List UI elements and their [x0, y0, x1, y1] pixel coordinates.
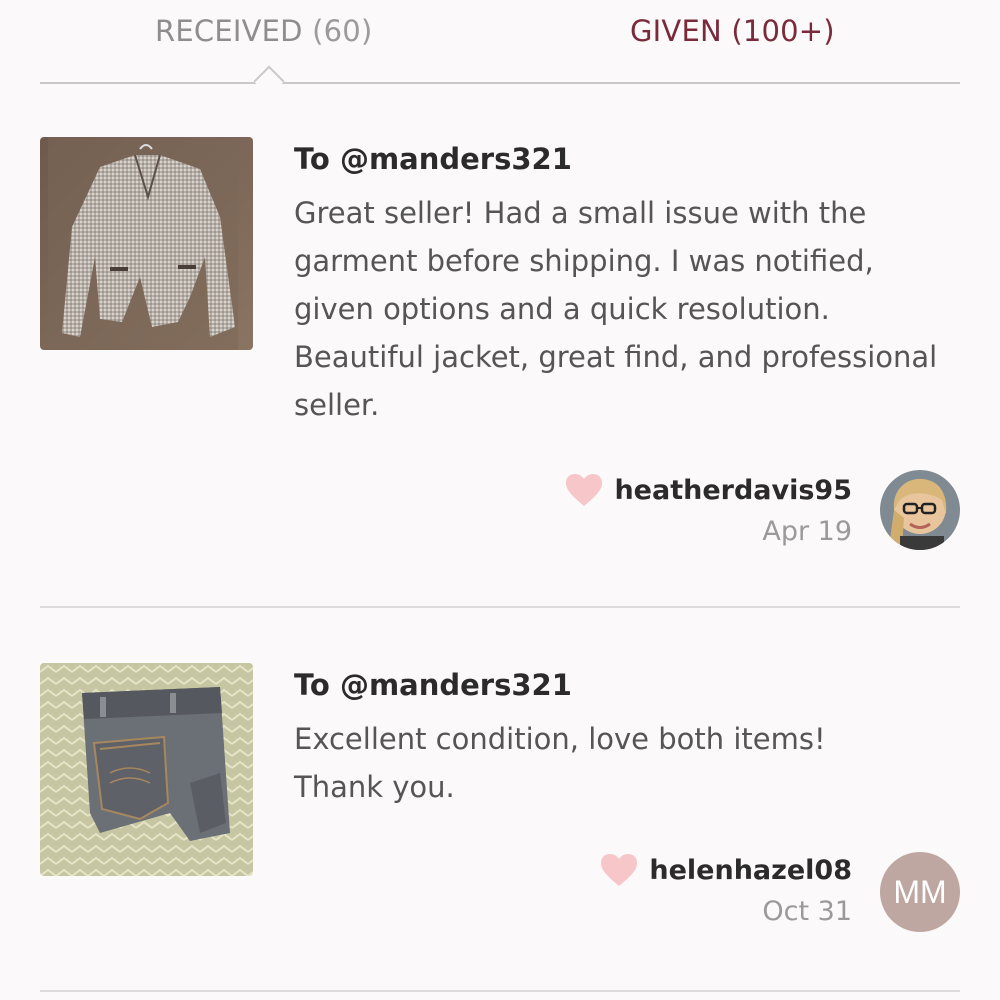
review-item: To @manders321 Great seller! Had a small… — [40, 84, 960, 608]
jacket-photo[interactable] — [40, 137, 253, 350]
user-photo — [880, 470, 960, 550]
feedback-tabs: RECEIVED (60) GIVEN (100+) — [40, 0, 960, 97]
review-meta: helenhazel08 Oct 31 — [599, 852, 852, 927]
review-text: Excellent condition, love both items! Th… — [294, 722, 826, 804]
heart-icon — [601, 854, 638, 886]
review-recipient: To @manders321 — [294, 668, 572, 702]
review-text: Great seller! Had a small issue with the… — [294, 196, 938, 422]
tab-given-count: (100+) — [731, 14, 835, 48]
reviewer-username[interactable]: heatherdavis95 — [614, 475, 852, 506]
review-recipient: To @manders321 — [294, 142, 572, 176]
tab-received[interactable]: RECEIVED (60) — [155, 14, 372, 48]
reviewer-username[interactable]: helenhazel08 — [649, 855, 852, 886]
tab-received-label: RECEIVED — [155, 14, 303, 48]
review-date: Apr 19 — [762, 516, 852, 547]
tab-given-label: GIVEN — [630, 14, 722, 48]
tab-received-count: (60) — [312, 14, 373, 48]
jeans-photo[interactable] — [40, 663, 253, 876]
review-item: To @manders321 Excellent condition, love… — [40, 608, 960, 992]
review-date: Oct 31 — [762, 896, 852, 927]
reviewer-avatar[interactable] — [880, 470, 960, 550]
heart-icon — [566, 474, 603, 506]
review-meta: heatherdavis95 Apr 19 — [564, 472, 852, 547]
tab-given[interactable]: GIVEN (100+) — [630, 14, 835, 48]
reviewer-avatar[interactable]: MM — [880, 852, 960, 932]
avatar-initials: MM — [893, 873, 947, 910]
